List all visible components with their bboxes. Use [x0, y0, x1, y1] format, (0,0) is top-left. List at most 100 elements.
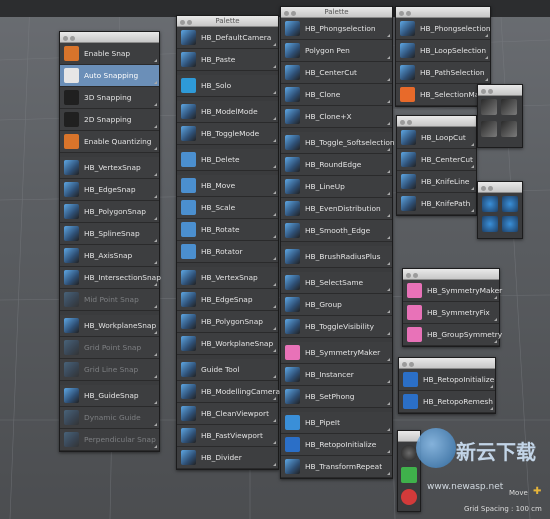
palette-item[interactable]: HB_SymmetryMaker: [403, 280, 502, 302]
knife-loop-icon[interactable]: [482, 216, 498, 232]
palette-item[interactable]: HB_WorkplaneSnap: [60, 315, 159, 337]
palette-item[interactable]: HB_GroupSymmetry: [403, 324, 503, 346]
palette-item[interactable]: HB_Group: [281, 294, 392, 316]
palette-item[interactable]: HB_KnifePath: [397, 193, 476, 215]
palette-modeling[interactable]: Palette HB_Phongselection Polygon Pen HB_C…: [280, 6, 395, 479]
palette-item[interactable]: HB_Divider: [177, 447, 278, 469]
palette-item[interactable]: HB_LoopCut: [397, 127, 476, 149]
palette-item[interactable]: HB_Move: [177, 175, 278, 197]
palette-item[interactable]: Enable Quantizing: [60, 131, 159, 153]
palette-item[interactable]: HB_Phongselection: [396, 18, 491, 40]
palette-item[interactable]: HB_LoopSelection: [396, 40, 490, 62]
palette-item[interactable]: HB_EdgeSnap: [177, 289, 278, 311]
watermark-url: www.newasp.net: [427, 482, 504, 492]
palette-item[interactable]: HB_Paste: [177, 49, 278, 71]
palette-commands[interactable]: Palette HB_DefaultCamera HB_Paste HB_Solo H…: [176, 15, 280, 470]
palette-titlebar[interactable]: [478, 85, 522, 96]
palette-item[interactable]: HB_Clone+X: [281, 106, 392, 128]
palette-item[interactable]: HB_AxisSnap: [60, 245, 159, 267]
palette-titlebar[interactable]: Palette: [177, 16, 278, 27]
palette-item[interactable]: HB_ModelMode: [177, 101, 278, 123]
palette-item[interactable]: HB_SymmetryFix: [403, 302, 499, 324]
palette-titlebar[interactable]: [399, 358, 495, 369]
palette-item[interactable]: HB_ToggleVisibility: [281, 316, 392, 338]
palette-item[interactable]: HB_KnifeLine: [397, 171, 476, 193]
palette-item[interactable]: HB_CenterCut: [397, 149, 476, 171]
palette-titlebar[interactable]: [478, 182, 522, 193]
palette-item[interactable]: HB_SelectionMaker: [396, 84, 491, 106]
palette-item[interactable]: HB_FastViewport: [177, 425, 278, 447]
palette-item[interactable]: HB_Toggle_Softselection: [281, 132, 395, 154]
palette-item[interactable]: HB_SplineSnap: [60, 223, 159, 245]
knife-plane-icon[interactable]: [502, 196, 518, 212]
palette-titlebar[interactable]: [397, 116, 476, 127]
knife-line-icon[interactable]: [502, 216, 518, 232]
palette-item[interactable]: HB_SelectSame: [281, 272, 392, 294]
palette-item[interactable]: HB_Rotate: [177, 219, 278, 241]
palette-item-label: HB_Delete: [201, 155, 240, 164]
palette-item[interactable]: HB_ModellingCamera: [177, 381, 280, 403]
palette-item[interactable]: HB_ToggleMode: [177, 123, 278, 145]
palette-item[interactable]: HB_VertexSnap: [60, 157, 159, 179]
axis-y-icon[interactable]: [501, 99, 517, 115]
palette-titlebar[interactable]: [396, 7, 490, 18]
palette-symmetry[interactable]: HB_SymmetryMaker HB_SymmetryFix HB_GroupSy…: [402, 268, 503, 347]
palette-retopo[interactable]: HB_RetopoInitialize HB_RetopoRemesh: [398, 357, 496, 414]
palette-item[interactable]: HB_CleanViewport: [177, 403, 278, 425]
palette-item[interactable]: HB_SymmetryMaker: [281, 342, 392, 364]
palette-item[interactable]: HB_EvenDistribution: [281, 198, 392, 220]
palette-item[interactable]: HB_LineUp: [281, 176, 392, 198]
palette-titlebar[interactable]: [403, 269, 499, 280]
checkmark-icon[interactable]: [401, 467, 417, 483]
palette-item[interactable]: HB_EdgeSnap: [60, 179, 159, 201]
palette-cut-tools[interactable]: HB_LoopCut HB_CenterCut HB_KnifeLine HB_Kni…: [396, 115, 477, 216]
snap-palette[interactable]: Enable Snap Auto Snapping 3D Snapping 2D Sn…: [59, 31, 161, 452]
palette-titlebar[interactable]: [60, 32, 159, 43]
palette-item[interactable]: HB_DefaultCamera: [177, 27, 278, 49]
palette-item[interactable]: Enable Snap: [60, 43, 159, 65]
palette-item[interactable]: HB_PathSelection: [396, 62, 490, 84]
palette-item[interactable]: HB_BrushRadiusPlus: [281, 246, 392, 268]
icon-palette-knives[interactable]: [477, 181, 523, 239]
palette-item[interactable]: HB_VertexSnap: [177, 267, 278, 289]
palette-item[interactable]: HB_Rotator: [177, 241, 278, 263]
palette-item[interactable]: HB_CenterCut: [281, 62, 392, 84]
submenu-corner-icon: [154, 353, 157, 356]
palette-item[interactable]: HB_Clone: [281, 84, 392, 106]
cancel-icon[interactable]: [401, 489, 417, 505]
palette-item[interactable]: HB_Smooth_Edge: [281, 220, 392, 242]
palette-item[interactable]: Guide Tool: [177, 359, 278, 381]
palette-item[interactable]: HB_PipeIt: [281, 412, 392, 434]
palette-item[interactable]: HB_WorkplaneSnap: [177, 333, 278, 355]
knife-icon[interactable]: [482, 196, 498, 212]
palette-item[interactable]: 3D Snapping: [60, 87, 159, 109]
palette-item[interactable]: HB_RetopoInitialize: [399, 369, 495, 391]
palette-item[interactable]: HB_GuideSnap: [60, 385, 159, 407]
palette-item[interactable]: HB_RetopoInitialize: [281, 434, 392, 456]
axis-z-icon[interactable]: [481, 121, 497, 137]
palette-item[interactable]: HB_Delete: [177, 149, 278, 171]
palette-item[interactable]: HB_PolygonSnap: [177, 311, 278, 333]
palette-item[interactable]: HB_Scale: [177, 197, 278, 219]
palette-item[interactable]: 2D Snapping: [60, 109, 159, 131]
paste-icon: [181, 52, 196, 67]
axis-x-icon[interactable]: [481, 99, 497, 115]
palette-item[interactable]: Polygon Pen: [281, 40, 392, 62]
palette-item[interactable]: HB_RetopoRemesh: [399, 391, 495, 413]
palette-item-label: HB_GroupSymmetry: [427, 330, 503, 339]
palette-item[interactable]: HB_Solo: [177, 75, 278, 97]
palette-item[interactable]: HB_PolygonSnap: [60, 201, 159, 223]
palette-item[interactable]: HB_Instancer: [281, 364, 392, 386]
palette-titlebar[interactable]: Palette: [281, 7, 392, 18]
palette-item[interactable]: HB_Phongselection: [281, 18, 392, 40]
palette-item-label: HB_Paste: [201, 55, 236, 64]
move-plus-icon[interactable]: ✚: [533, 486, 541, 497]
palette-item[interactable]: HB_SetPhong: [281, 386, 392, 408]
bomb-icon[interactable]: [401, 445, 417, 461]
palette-item[interactable]: HB_RoundEdge: [281, 154, 392, 176]
icon-palette-axis[interactable]: [477, 84, 523, 148]
palette-item[interactable]: Auto Snapping: [60, 65, 159, 87]
palette-item[interactable]: HB_IntersectionSnap: [60, 267, 161, 289]
palette-item[interactable]: HB_TransformRepeat: [281, 456, 392, 478]
axis-xz-icon[interactable]: [501, 121, 517, 137]
